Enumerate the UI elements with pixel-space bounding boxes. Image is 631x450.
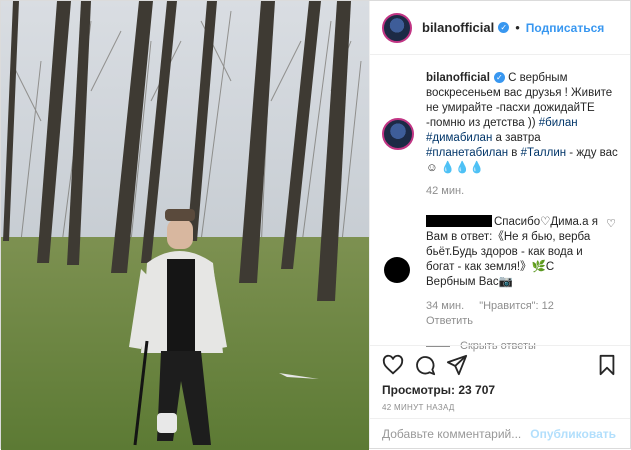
comment-time: 34 мин. xyxy=(426,300,465,312)
verified-icon: ✓ xyxy=(498,22,510,33)
comment-item: Спасибо♡Дима.а я Вам в ответ:《Не я бью, … xyxy=(382,215,620,354)
view-count[interactable]: Просмотры: 23 707 xyxy=(382,383,495,397)
caption-username[interactable]: bilanofficial xyxy=(426,72,490,84)
video-frame-image xyxy=(1,1,369,450)
hashtag-link[interactable]: #димабилан xyxy=(426,132,492,144)
post-side-panel: bilanofficial ✓ • Подписаться bilanoffic… xyxy=(369,1,630,448)
avatar[interactable] xyxy=(382,12,412,43)
comment-input[interactable]: Добавьте комментарий... xyxy=(382,427,521,441)
username[interactable]: bilanofficial xyxy=(422,20,494,35)
verified-icon: ✓ xyxy=(493,72,505,83)
caption: bilanofficial ✓ С вербным воскресеньем ва… xyxy=(382,71,620,199)
caption-avatar[interactable] xyxy=(382,118,414,150)
bookmark-icon[interactable] xyxy=(596,354,618,376)
add-comment-bar: Добавьте комментарий... Опубликовать xyxy=(370,418,630,448)
comment-text: Спасибо♡Дима.а я Вам в ответ:《Не я бью, … xyxy=(426,215,602,290)
heart-icon[interactable] xyxy=(382,354,404,376)
separator: • xyxy=(515,20,520,35)
caption-text: bilanofficial ✓ С вербным воскресеньем ва… xyxy=(426,71,620,176)
caption-text-3: в xyxy=(508,147,521,159)
comment-meta: 34 мин. "Нравится": 12 Ответить xyxy=(426,299,620,329)
post-video[interactable] xyxy=(1,1,369,450)
comments-area: bilanofficial ✓ С вербным воскресеньем ва… xyxy=(382,71,620,354)
hashtag-link[interactable]: #планетабилан xyxy=(426,147,508,159)
share-icon[interactable] xyxy=(446,354,468,376)
comment-likes[interactable]: "Нравится": 12 xyxy=(479,300,554,312)
post-timestamp: 42 МИНУТ НАЗАД xyxy=(382,403,455,412)
comment-like-heart-icon[interactable]: ♡ xyxy=(606,217,616,232)
caption-text-2: а завтра xyxy=(492,132,541,144)
hashtag-link[interactable]: #Таллин xyxy=(521,147,567,159)
instagram-post: bilanofficial ✓ • Подписаться bilanoffic… xyxy=(0,0,631,450)
follow-button[interactable]: Подписаться xyxy=(526,21,604,35)
reply-button[interactable]: Ответить xyxy=(426,315,473,327)
action-bar xyxy=(370,345,630,382)
caption-time: 42 мин. xyxy=(426,185,465,197)
redacted-username xyxy=(426,215,492,227)
publish-button[interactable]: Опубликовать xyxy=(530,427,616,441)
commenter-avatar[interactable] xyxy=(384,257,410,283)
comment-icon[interactable] xyxy=(414,354,436,376)
hashtag-link[interactable]: #билан xyxy=(539,117,578,129)
post-header: bilanofficial ✓ • Подписаться xyxy=(370,1,630,55)
